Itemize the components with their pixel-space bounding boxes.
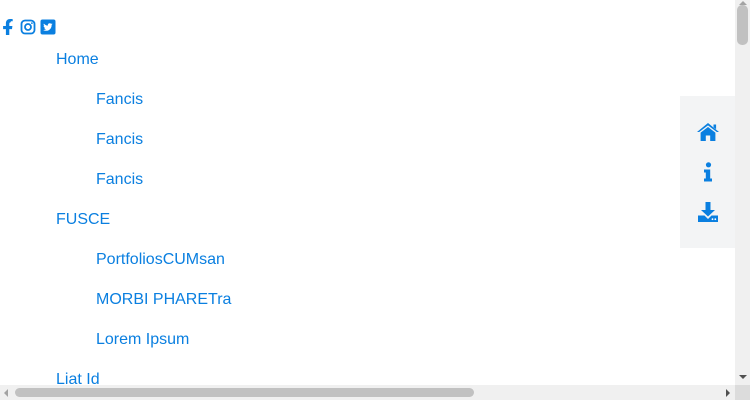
nav-subitem-portfolioscumsan[interactable]: PortfoliosCUMsan: [96, 250, 225, 270]
vertical-scrollbar[interactable]: [735, 0, 750, 385]
nav-item-home[interactable]: Home: [56, 50, 99, 70]
horizontal-scrollbar-thumb[interactable]: [15, 388, 474, 397]
download-icon: [697, 202, 718, 222]
nav-subitem-fancis-1[interactable]: Fancis: [96, 90, 143, 110]
horizontal-scrollbar[interactable]: [0, 385, 735, 400]
info-icon: [703, 162, 712, 182]
nav-subitem-morbi-pharetra[interactable]: MORBI PHARETra: [96, 290, 231, 310]
floating-action-panel: [680, 96, 735, 248]
vertical-scrollbar-thumb[interactable]: [737, 5, 748, 45]
scroll-right-arrow-icon[interactable]: [726, 389, 730, 397]
nav-item-fusce[interactable]: FUSCE: [56, 210, 110, 230]
twitter-link[interactable]: [40, 19, 56, 35]
instagram-link[interactable]: [20, 19, 36, 35]
nav-subitem-fancis-2[interactable]: Fancis: [96, 130, 143, 150]
scrollbar-corner: [735, 385, 750, 400]
scroll-down-arrow-icon[interactable]: [739, 375, 747, 379]
facebook-icon: [3, 19, 13, 35]
instagram-icon: [20, 19, 36, 35]
scroll-left-arrow-icon[interactable]: [4, 389, 8, 397]
social-links: [0, 19, 56, 35]
info-button[interactable]: [680, 152, 735, 192]
twitter-icon: [40, 19, 56, 35]
download-button[interactable]: [680, 192, 735, 232]
nav-subitem-lorem-ipsum[interactable]: Lorem Ipsum: [96, 330, 189, 350]
home-icon: [696, 123, 719, 141]
facebook-link[interactable]: [0, 19, 16, 35]
nav-subitem-fancis-3[interactable]: Fancis: [96, 170, 143, 190]
home-button[interactable]: [680, 112, 735, 152]
